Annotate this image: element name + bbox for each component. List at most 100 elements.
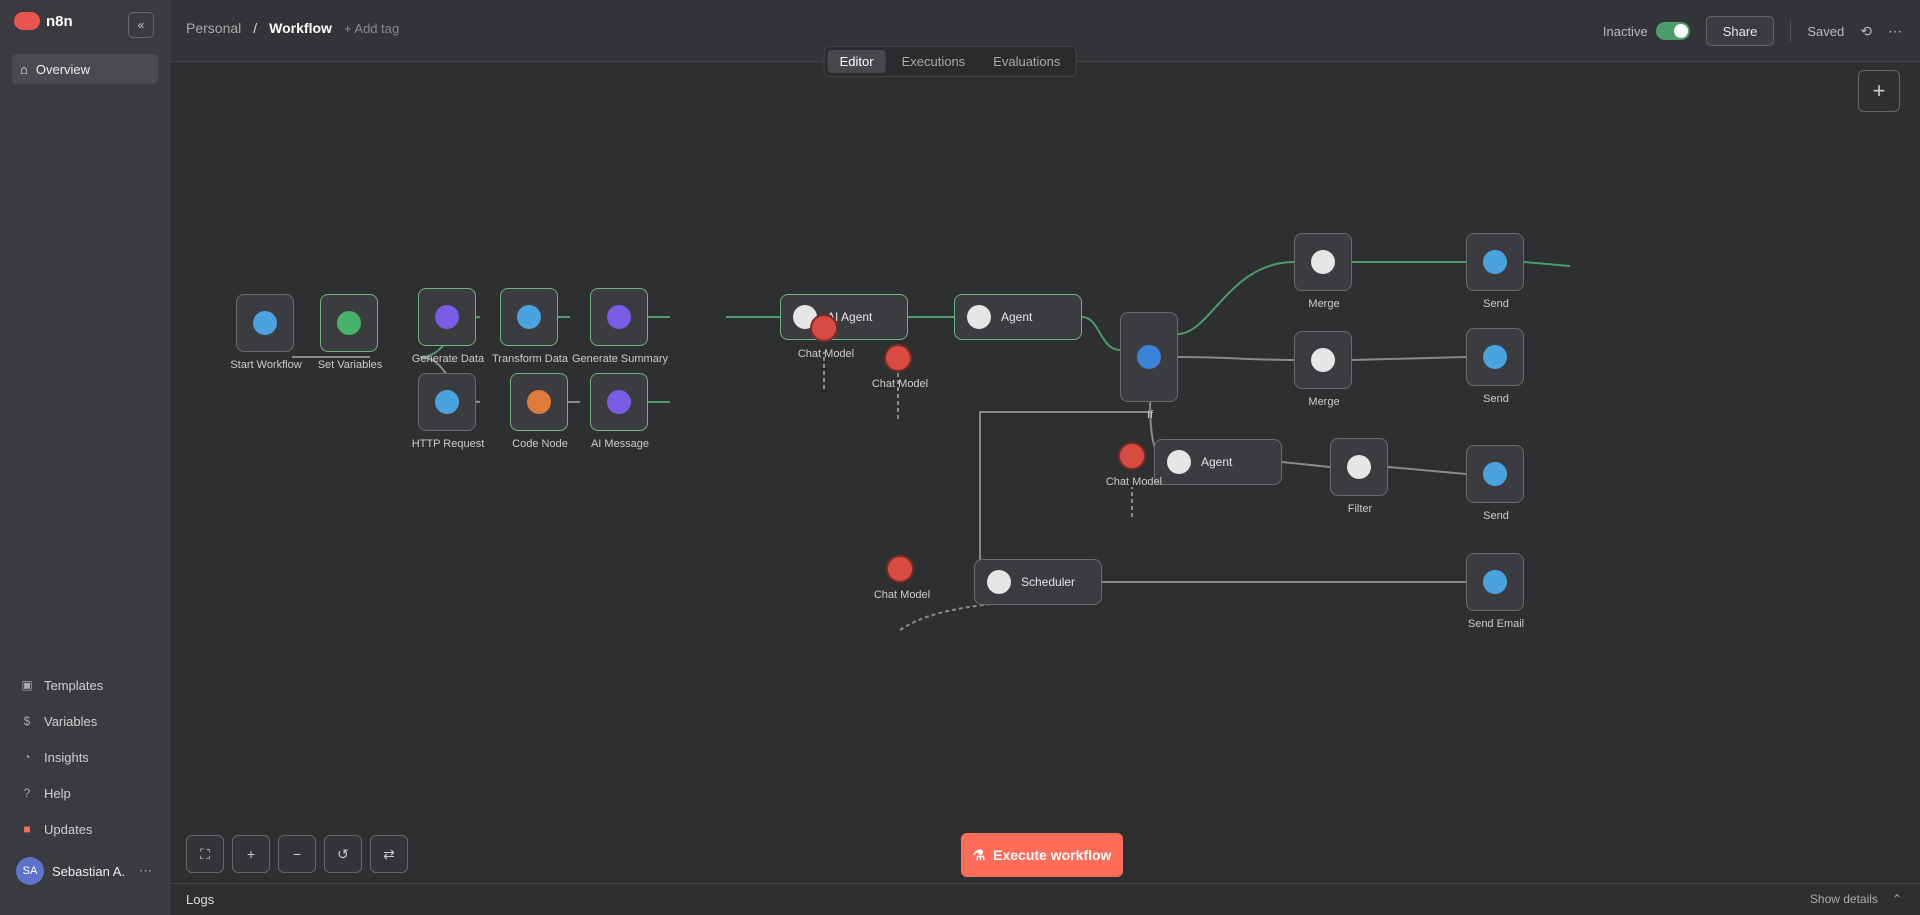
model-node[interactable]: Chat Model [1106,442,1162,488]
workflow-node[interactable]: Agent [954,294,1082,340]
node-label: Merge [1308,298,1340,310]
reset-zoom-button[interactable]: ↺ [324,835,362,873]
ai-icon [607,390,631,414]
save-status: Saved [1807,23,1845,39]
workflow-node[interactable]: Generate Data [412,288,484,365]
tidy-icon: ⇄ [383,845,395,862]
more-options-icon[interactable]: ⋯ [1888,23,1902,40]
add-tag-button[interactable]: + Add tag [344,21,399,36]
node-label: Agent [1201,455,1233,469]
sidebar-item-label: Variables [44,713,98,729]
node-label: Send [1483,510,1509,522]
share-button[interactable]: Share [1705,16,1775,46]
workflow-node[interactable]: Transform Data [492,288,568,365]
connection [899,601,1006,631]
workflow-node[interactable]: Send [1466,328,1524,405]
node-label: Agent [1001,310,1033,324]
code-icon [527,390,551,414]
ai-icon [435,305,459,329]
node-label: If [1146,409,1154,421]
model-label: Chat Model [873,589,931,601]
model-node[interactable]: Chat Model [798,314,854,360]
sidebar-item-help[interactable]: ? Help [12,775,158,811]
active-toggle-wrap: Inactive [1603,22,1690,40]
workflow-node[interactable]: Start Workflow [230,294,302,371]
zoom-in-icon: + [246,846,256,862]
connections [292,261,1571,631]
sidebar-item-insights[interactable]: ◔ Insights [12,739,158,775]
sidebar-item-label: Help [44,785,71,801]
send-icon [1483,250,1507,274]
scheduler-icon [987,570,1011,594]
logs-title: Logs [186,892,215,907]
workflow-node[interactable]: Merge [1294,233,1352,310]
logo-icon [14,12,40,30]
active-toggle[interactable] [1655,22,1690,40]
reset-icon: ↺ [337,845,349,862]
help-icon: ? [23,786,31,800]
model-label: Chat Model [1105,476,1163,488]
http-icon [435,390,459,414]
execute-label: Execute workflow [993,847,1112,863]
connection [1281,461,1331,468]
execute-workflow-button[interactable]: ⚗ Execute workflow [961,833,1123,877]
zoom-out-icon: − [292,846,302,862]
breadcrumb: Personal / Workflow + Add tag [186,20,399,36]
user-name: Sebastian A. [52,863,125,879]
model-node[interactable]: Chat Model [872,344,928,390]
workflow-node[interactable]: Filter [1330,438,1388,515]
sidebar-item-updates[interactable]: ■ Updates [12,811,158,847]
zoom-in-button[interactable]: + [232,835,270,873]
sidebar-item-variables[interactable]: $ Variables [12,703,158,739]
breadcrumb-separator: / [253,20,258,36]
workflow-node[interactable]: Scheduler [974,559,1102,605]
workflow-node[interactable]: AI Agent [780,294,908,340]
sidebar-item-overview[interactable]: ⌂ Overview [12,54,158,84]
workflow-node[interactable]: Send [1466,445,1524,522]
connection [1387,466,1467,475]
chevron-left-icon: « [137,18,145,32]
app-logo[interactable]: n8n [14,12,73,30]
workflow-node[interactable]: AI Message [590,373,649,450]
node-label: Send [1483,393,1509,405]
breadcrumb-project[interactable]: Personal [186,20,241,36]
workflow-node[interactable]: Merge [1294,331,1352,408]
workflow-node[interactable]: Send [1466,233,1524,310]
email-icon [1483,570,1507,594]
show-details-toggle[interactable]: Show details [1810,892,1878,906]
workflow-node[interactable]: Set Variables [318,294,382,371]
zoom-controls: ⛶ + − ↺ ⇄ [186,835,408,873]
trigger-icon [253,311,277,335]
workflow-canvas[interactable]: + Start Workflow Set Variables Generate … [170,62,1920,915]
workflow-node[interactable]: Generate Summary [572,288,668,365]
expand-icon[interactable]: ⌃ [1892,892,1902,906]
insights-icon: ◔ [23,750,31,764]
send-icon [1483,462,1507,486]
logs-panel[interactable]: Logs Show details ⌃ [170,883,1920,915]
filter-icon [1347,455,1371,479]
ai-icon [607,305,631,329]
workflow-node[interactable]: Send Email [1466,553,1524,630]
zoom-out-button[interactable]: − [278,835,316,873]
model-node[interactable]: Chat Model [874,555,930,601]
tidy-up-button[interactable]: ⇄ [370,835,408,873]
history-icon[interactable]: ⟲ [1860,23,1872,40]
connection [1351,356,1467,361]
workflow-node[interactable]: Code Node [510,373,568,450]
collapse-sidebar-button[interactable]: « [128,12,154,38]
user-menu[interactable]: SA Sebastian A. ⋯ [12,853,158,889]
gift-icon: ■ [23,822,31,836]
fit-view-button[interactable]: ⛶ [186,835,224,873]
node-label: AI Message [590,438,650,450]
sidebar-item-templates[interactable]: ▣ Templates [12,667,158,703]
header-actions: Inactive Share Saved ⟲ ⋯ [1603,16,1902,46]
workflow-node[interactable]: HTTP Request [412,373,484,450]
connection [1523,261,1571,267]
more-icon: ⋯ [139,863,152,878]
node-label: Send Email [1467,618,1525,630]
flask-icon: ⚗ [972,846,986,863]
workflow-node[interactable]: If [1120,312,1178,421]
box-icon: ▣ [21,678,33,692]
active-label: Inactive [1602,23,1648,39]
workflow-name[interactable]: Workflow [269,20,332,36]
